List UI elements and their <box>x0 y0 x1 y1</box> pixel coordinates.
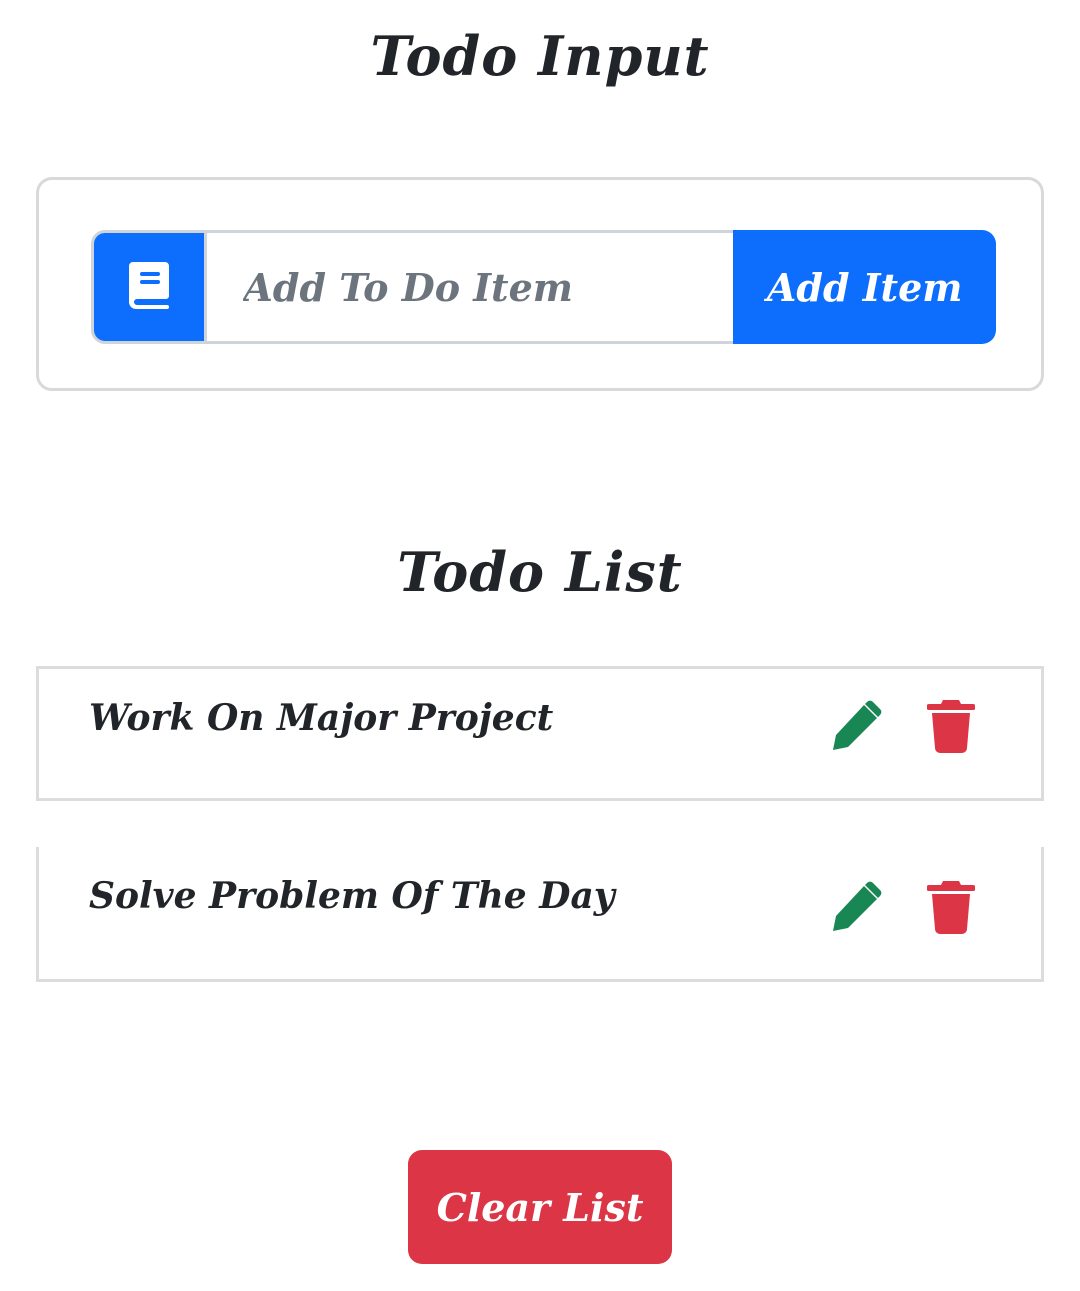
todo-list-item: Solve Problem Of The Day <box>36 847 1044 982</box>
todo-item-text: Solve Problem Of The Day <box>89 875 615 917</box>
book-icon <box>127 260 171 314</box>
clear-list-button[interactable]: Clear List <box>408 1150 672 1264</box>
trash-icon[interactable] <box>926 699 976 753</box>
trash-icon[interactable] <box>926 880 976 934</box>
todo-input-card: Add Item <box>36 177 1044 391</box>
todo-item-input[interactable] <box>207 230 734 344</box>
todo-item-text: Work On Major Project <box>89 697 554 739</box>
todo-list-heading: Todo List <box>397 540 683 604</box>
pencil-icon[interactable] <box>829 699 883 753</box>
input-addon <box>91 230 208 344</box>
pencil-icon[interactable] <box>829 880 883 934</box>
add-item-button[interactable]: Add Item <box>733 230 996 344</box>
todo-input-heading: Todo Input <box>370 24 710 88</box>
todo-list-item: Work On Major Project <box>36 666 1044 801</box>
todo-app: Todo Input Add Item Todo List Work On Ma… <box>0 0 1080 1291</box>
todo-input-group: Add Item <box>91 230 996 344</box>
